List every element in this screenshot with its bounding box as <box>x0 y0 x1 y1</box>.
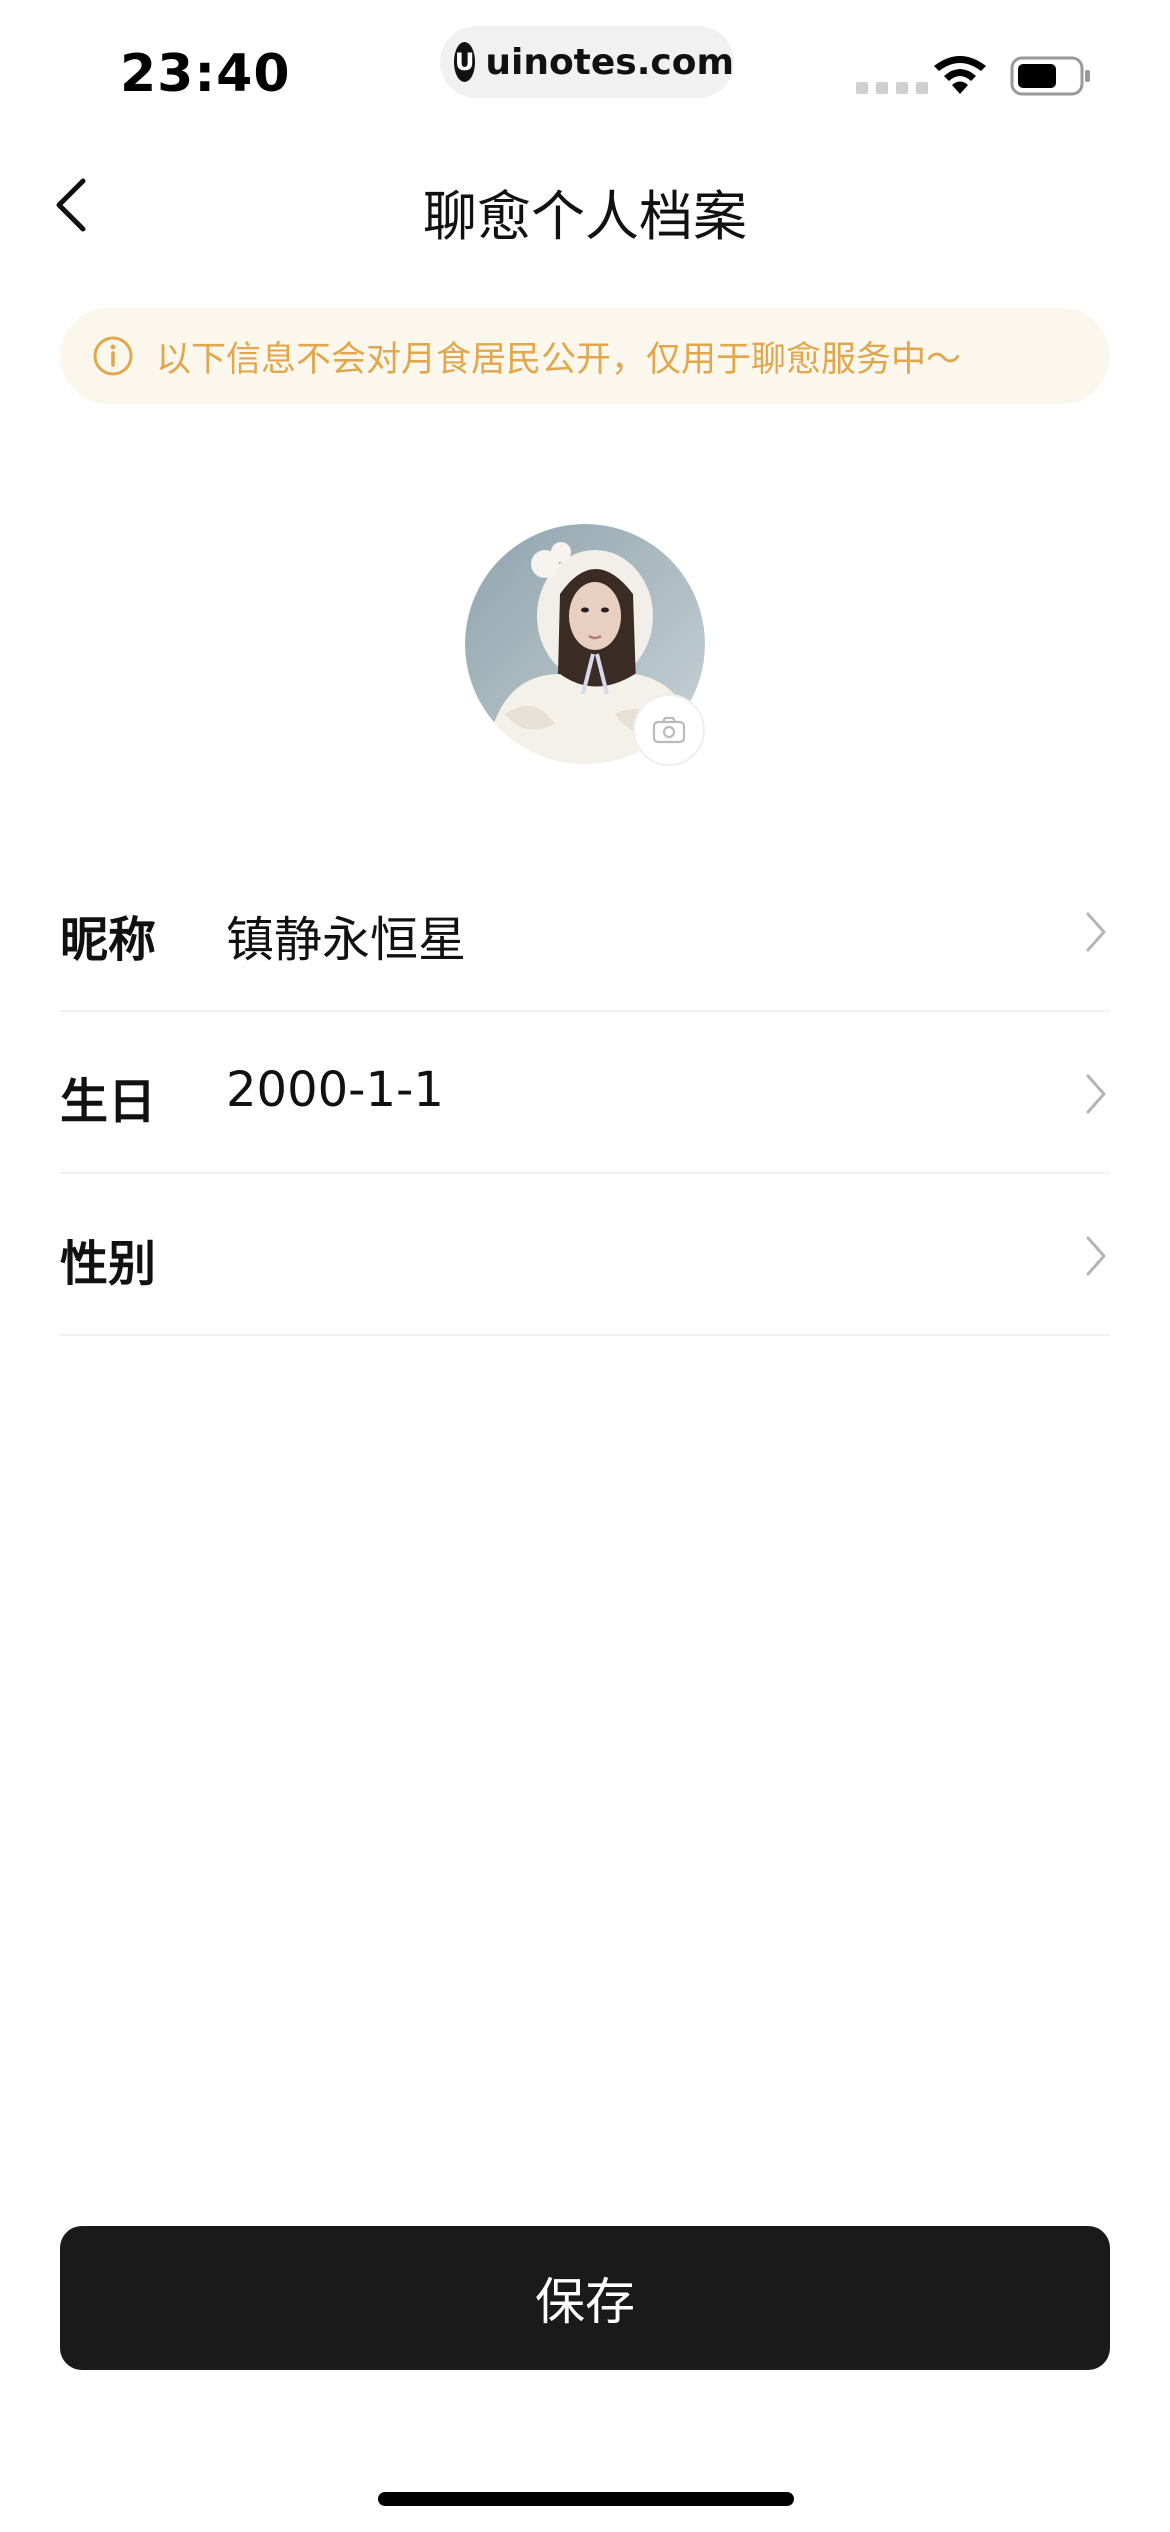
nav-bar: 聊愈个人档案 <box>0 150 1170 260</box>
nickname-row[interactable]: 昵称 镇静永恒星 <box>60 850 1110 1012</box>
url-text: uinotes.com <box>485 41 734 83</box>
privacy-notice-banner: 以下信息不会对月食居民公开，仅用于聊愈服务中～ <box>60 308 1110 404</box>
status-time: 23:40 <box>120 44 291 104</box>
notice-text: 以下信息不会对月食居民公开，仅用于聊愈服务中～ <box>156 339 962 380</box>
birthday-label: 生日 <box>60 1074 157 1130</box>
status-bar: 23:40 U uinotes.com <box>0 0 1170 140</box>
save-button[interactable]: 保存 <box>60 2226 1110 2370</box>
chevron-right-icon <box>1086 912 1106 952</box>
url-pill[interactable]: U uinotes.com <box>440 26 734 98</box>
gender-row[interactable]: 性别 <box>60 1174 1110 1336</box>
gender-label: 性别 <box>60 1236 157 1292</box>
chevron-right-icon <box>1086 1074 1106 1114</box>
nickname-label: 昵称 <box>60 912 157 968</box>
home-indicator <box>378 2492 794 2506</box>
birthday-value: 2000-1-1 <box>226 1062 444 1118</box>
nickname-value: 镇静永恒星 <box>226 912 467 968</box>
avatar-container[interactable] <box>465 524 705 766</box>
site-logo-icon: U <box>454 42 476 82</box>
info-icon <box>93 336 133 376</box>
change-avatar-button[interactable] <box>633 694 705 766</box>
battery-icon <box>1010 56 1090 96</box>
camera-icon <box>652 716 686 744</box>
chevron-right-icon <box>1086 1236 1106 1276</box>
birthday-row[interactable]: 生日 2000-1-1 <box>60 1012 1110 1174</box>
page-title: 聊愈个人档案 <box>423 185 747 248</box>
wifi-icon <box>934 56 986 94</box>
cellular-signal-icon <box>856 82 928 94</box>
